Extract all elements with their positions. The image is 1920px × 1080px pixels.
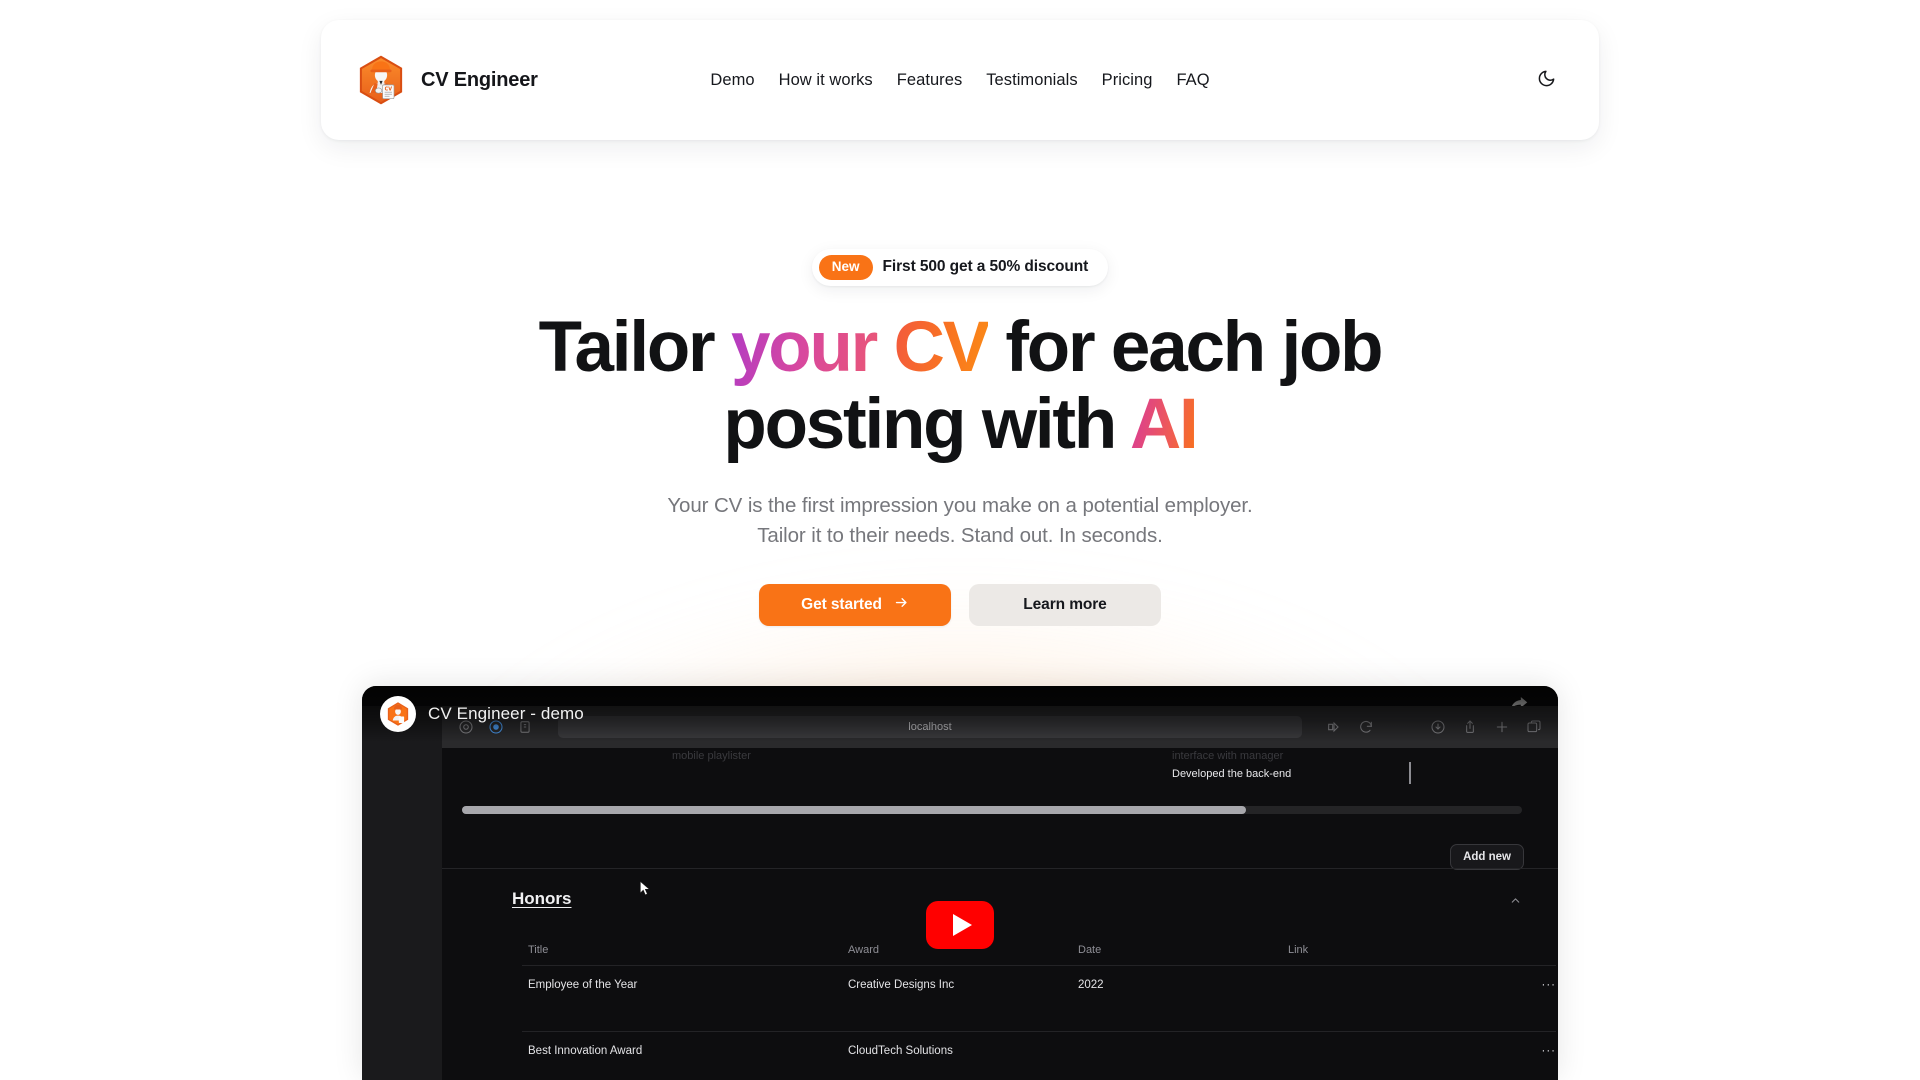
get-started-label: Get started (801, 595, 882, 613)
cell-award: CloudTech Solutions (842, 1031, 1072, 1080)
play-button[interactable] (926, 901, 994, 949)
cv-engineer-hexagon-logo-icon: CV (355, 54, 407, 106)
horizontal-scrollbar[interactable] (462, 806, 1522, 814)
announcement-badge[interactable]: New First 500 get a 50% discount (811, 249, 1109, 286)
nav-item-demo[interactable]: Demo (710, 71, 754, 90)
sidebar-icon[interactable] (518, 719, 534, 735)
reload-icon[interactable] (1358, 719, 1374, 735)
address-bar[interactable]: localhost (558, 716, 1302, 738)
subhead-line-1: Your CV is the first impression you make… (667, 494, 1253, 518)
headline-gradient-your: your (731, 307, 894, 387)
app-fragment-text: Developed the back-end (1172, 768, 1292, 780)
honors-table: Title Award Date Link Employee of the Ye… (522, 938, 1556, 1080)
play-icon (952, 914, 972, 936)
browser-sidebar (362, 706, 442, 1080)
table-header-row: Title Award Date Link (522, 938, 1556, 966)
cell-date: 2022 (1072, 965, 1282, 1032)
shield-icon[interactable] (458, 719, 474, 735)
badge-text: First 500 get a 50% discount (882, 258, 1089, 276)
app-fragment-top-left: mobile playlister (672, 750, 751, 762)
learn-more-label: Learn more (1023, 595, 1107, 613)
cta-row: Get started Learn more (0, 583, 1920, 626)
cell-title: Best Innovation Award (522, 1031, 842, 1080)
nav-item-features[interactable]: Features (897, 71, 963, 90)
landing-page: CV CV Engineer Demo How it works Feature… (0, 0, 1920, 1080)
nav-item-how-it-works[interactable]: How it works (779, 71, 873, 90)
nav-item-pricing[interactable]: Pricing (1102, 71, 1153, 90)
browser-chrome: localhost (442, 706, 1558, 748)
downloads-icon[interactable] (1430, 719, 1446, 735)
subhead-line-2: Tailor it to their needs. Stand out. In … (757, 523, 1163, 547)
column-header-date: Date (1072, 938, 1282, 966)
extensions-icon[interactable] (1326, 719, 1342, 735)
page-title: Tailor your CV for each job posting with… (410, 307, 1510, 464)
cell-title: Employee of the Year (522, 965, 842, 1032)
cell-award: Creative Designs Inc (842, 965, 1072, 1032)
share-icon[interactable] (1462, 719, 1478, 735)
demo-video-player[interactable]: localhost mobile playlister interface wi… (362, 686, 1558, 1080)
hero-subhead: Your CV is the first impression you make… (510, 491, 1410, 550)
learn-more-button[interactable]: Learn more (969, 583, 1161, 626)
nav-item-faq[interactable]: FAQ (1176, 71, 1209, 90)
site-header: CV CV Engineer Demo How it works Feature… (0, 0, 1920, 140)
header-card: CV CV Engineer Demo How it works Feature… (321, 20, 1599, 140)
main-nav: Demo How it works Features Testimonials … (710, 71, 1209, 90)
section-divider (442, 868, 1558, 869)
cell-date (1072, 1031, 1282, 1080)
mouse-cursor-icon (638, 880, 652, 901)
new-tab-icon[interactable] (1494, 719, 1510, 735)
app-fragment-top-right: interface with manager (1172, 750, 1284, 762)
get-started-button[interactable]: Get started (759, 583, 951, 626)
chevron-up-icon[interactable] (1509, 894, 1522, 910)
address-bar-url: localhost (908, 721, 952, 733)
headline-gradient-cv: CV (893, 307, 990, 387)
column-header-link: Link (1282, 938, 1556, 966)
brand[interactable]: CV CV Engineer (355, 54, 538, 106)
add-new-button[interactable]: Add new (1450, 844, 1524, 870)
row-menu-button[interactable]: ··· (1282, 1031, 1556, 1080)
honors-section-title: Honors (512, 889, 572, 908)
badge-new-tag: New (818, 255, 873, 280)
table-row[interactable]: Employee of the Year Creative Designs In… (522, 965, 1556, 1032)
svg-text:CV: CV (385, 87, 393, 93)
tabs-icon[interactable] (1526, 719, 1542, 735)
headline-part-1: Tailor (538, 307, 731, 387)
browser-chrome-right (1326, 719, 1542, 735)
column-header-title: Title (522, 938, 842, 966)
nav-item-testimonials[interactable]: Testimonials (986, 71, 1077, 90)
row-menu-button[interactable]: ··· (1282, 965, 1556, 1032)
arrow-right-icon (894, 595, 909, 615)
cv-editor-app: mobile playlister interface with manager… (442, 748, 1558, 1080)
theme-toggle-button[interactable] (1529, 63, 1563, 97)
reader-icon[interactable] (488, 719, 504, 735)
moon-icon (1537, 69, 1556, 91)
text-caret (1409, 762, 1411, 784)
headline-gradient-ai: AI (1129, 384, 1199, 464)
table-row[interactable]: Best Innovation Award CloudTech Solution… (522, 1031, 1556, 1080)
brand-name: CV Engineer (421, 68, 538, 91)
